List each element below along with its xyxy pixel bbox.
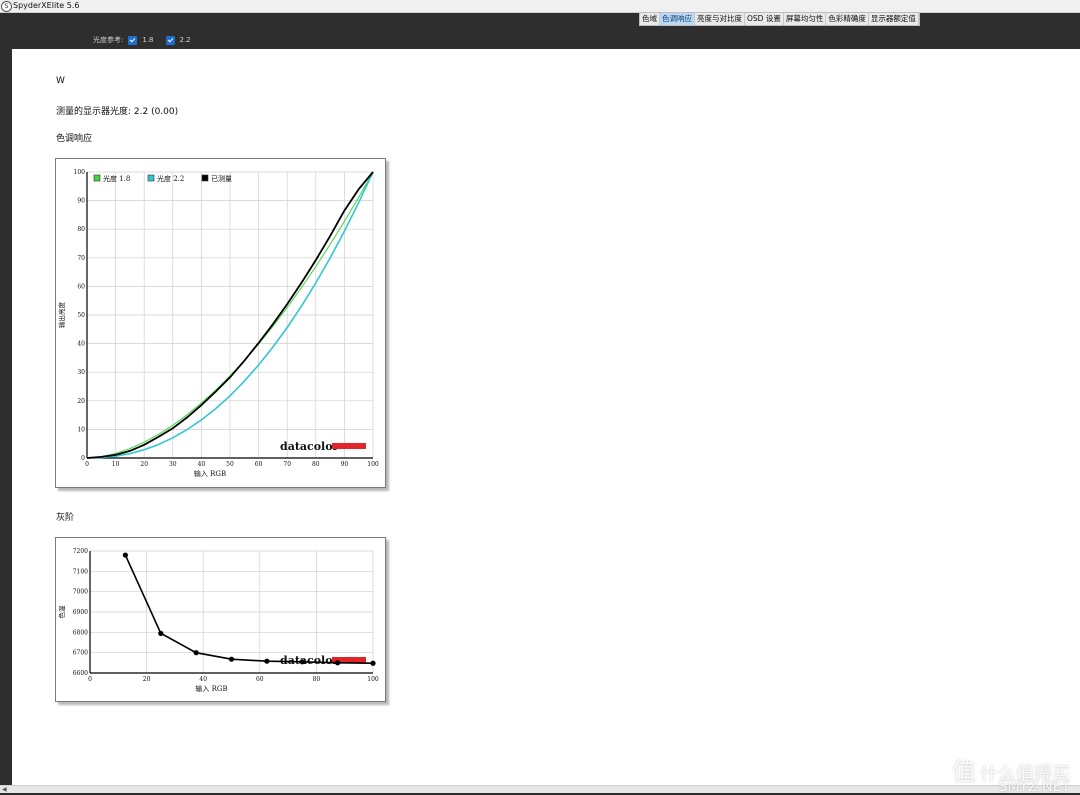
y-tick-label: 6600 [73, 670, 88, 677]
grayscale-chart: 0 20 40 60 80 100 6600 6700 6800 6900 7000 7100 7200… [55, 537, 386, 702]
y-tick-label: 7000 [73, 589, 88, 596]
y-tick-label: 50 [77, 312, 85, 319]
y-tick-label: 10 [77, 426, 85, 433]
data-point [335, 660, 341, 666]
legend-swatch [201, 174, 209, 182]
legend-label: 光度 1.8 [103, 174, 130, 183]
x-axis-label: 输入 RGB [194, 469, 226, 478]
gamma-2-2-label: 2.2 [179, 36, 191, 44]
section-tone-response: 色调响应 [56, 134, 93, 144]
y-tick-label: 6900 [73, 609, 88, 616]
data-point [264, 658, 270, 664]
y-axis-label: 色温 [57, 605, 66, 619]
y-tick-label: 7100 [73, 568, 88, 575]
tab-brightness-contrast[interactable]: 亮度与对比度 [695, 13, 745, 25]
tab-display-rating[interactable]: 显示器额定值 [869, 13, 919, 25]
tab-color-accuracy[interactable]: 色彩精确度 [826, 13, 869, 25]
x-tick-label: 30 [169, 461, 177, 468]
x-tick-label: 80 [312, 461, 320, 468]
tone-response-plot: 0 10 20 30 40 50 60 70 80 90 100 0 10 20 30 40 50 60 70 80 9… [57, 169, 379, 478]
grayscale-plot: 0 20 40 60 80 100 6600 6700 6800 6900 7000 7100 7200… [57, 548, 379, 693]
x-tick-label: 100 [367, 461, 379, 468]
y-tick-label: 6800 [73, 629, 88, 636]
data-point [193, 650, 199, 656]
spyder-logo-icon: S [1, 1, 12, 12]
y-tick-label: 60 [77, 283, 85, 290]
x-tick-label: 50 [226, 461, 234, 468]
left-gutter [0, 49, 12, 785]
y-tick-label: 7200 [73, 548, 88, 555]
x-tick-label: 70 [283, 461, 291, 468]
x-tick-label: 60 [256, 676, 264, 683]
legend-swatch [93, 174, 101, 182]
y-tick-label: 90 [77, 198, 85, 205]
gamma-1-8-label: 1.8 [142, 36, 154, 44]
watermark-logo-icon: 值 [952, 758, 976, 786]
measured-gamma: 测量的显示器光度: 2.2 (0.00) [56, 107, 179, 117]
tone-response-chart: 0 10 20 30 40 50 60 70 80 90 100 0 10 20 30 40 50 60 70 80 9… [55, 158, 386, 488]
report-tabs: 色域 色调响应 亮度与对比度 OSD 设置 屏幕均匀性 色彩精确度 显示器额定值 [639, 12, 920, 26]
y-tick-label: 70 [77, 255, 85, 262]
gamma-1-8-checkbox[interactable] [128, 35, 138, 45]
x-tick-label: 80 [313, 676, 321, 683]
data-point [299, 659, 305, 665]
y-tick-label: 80 [77, 226, 85, 233]
x-tick-label: 0 [88, 676, 92, 683]
datacolor-logo-bar [332, 443, 366, 449]
gamma-reference: 光度参考: 1.8 2.2 [93, 35, 191, 45]
x-tick-label: 0 [85, 461, 89, 468]
section-grayscale: 灰阶 [56, 513, 75, 523]
gamma-reference-label: 光度参考: [93, 36, 124, 44]
x-tick-label: 100 [367, 676, 379, 683]
site-watermark: 值什么值得买 SMYZ.NET [952, 752, 1070, 795]
tab-screen-uniformity[interactable]: 屏幕均匀性 [784, 13, 827, 25]
data-point [228, 656, 235, 662]
data-point [370, 660, 376, 666]
y-tick-label: 6700 [73, 650, 88, 657]
report-content: W 测量的显示器光度: 2.2 (0.00) 色调响应 0 10 20 30 40 50 6… [12, 49, 1080, 785]
y-tick-label: 100 [74, 169, 86, 176]
x-tick-label: 60 [255, 461, 263, 468]
x-tick-label: 90 [341, 461, 349, 468]
window-title: SpyderXElite 5.6 [13, 1, 80, 10]
datacolor-logo: datacolor [280, 440, 339, 453]
y-axis-label: 输出亮度 [57, 302, 66, 329]
datacolor-logo: datacolor [280, 654, 339, 667]
x-tick-label: 20 [140, 461, 148, 468]
x-axis-label: 输入 RGB [195, 684, 227, 693]
channel-label: W [56, 76, 65, 86]
tab-gamut[interactable]: 色域 [640, 13, 660, 25]
x-tick-label: 10 [112, 461, 120, 468]
legend-label: 已测量 [211, 175, 232, 183]
x-tick-label: 20 [143, 676, 151, 683]
x-tick-label: 40 [198, 461, 206, 468]
y-tick-label: 40 [77, 341, 85, 348]
y-tick-label: 0 [81, 455, 85, 462]
y-tick-label: 20 [77, 398, 85, 405]
tab-tone-response[interactable]: 色调响应 [660, 13, 695, 25]
data-point [158, 630, 164, 636]
gamma-2-2-checkbox[interactable] [165, 35, 175, 45]
tab-osd-settings[interactable]: OSD 设置 [745, 13, 784, 25]
x-tick-label: 40 [199, 676, 207, 683]
legend-swatch [147, 174, 155, 182]
y-tick-label: 30 [77, 369, 85, 376]
legend-label: 光度 2.2 [157, 174, 184, 183]
data-point [122, 552, 128, 558]
